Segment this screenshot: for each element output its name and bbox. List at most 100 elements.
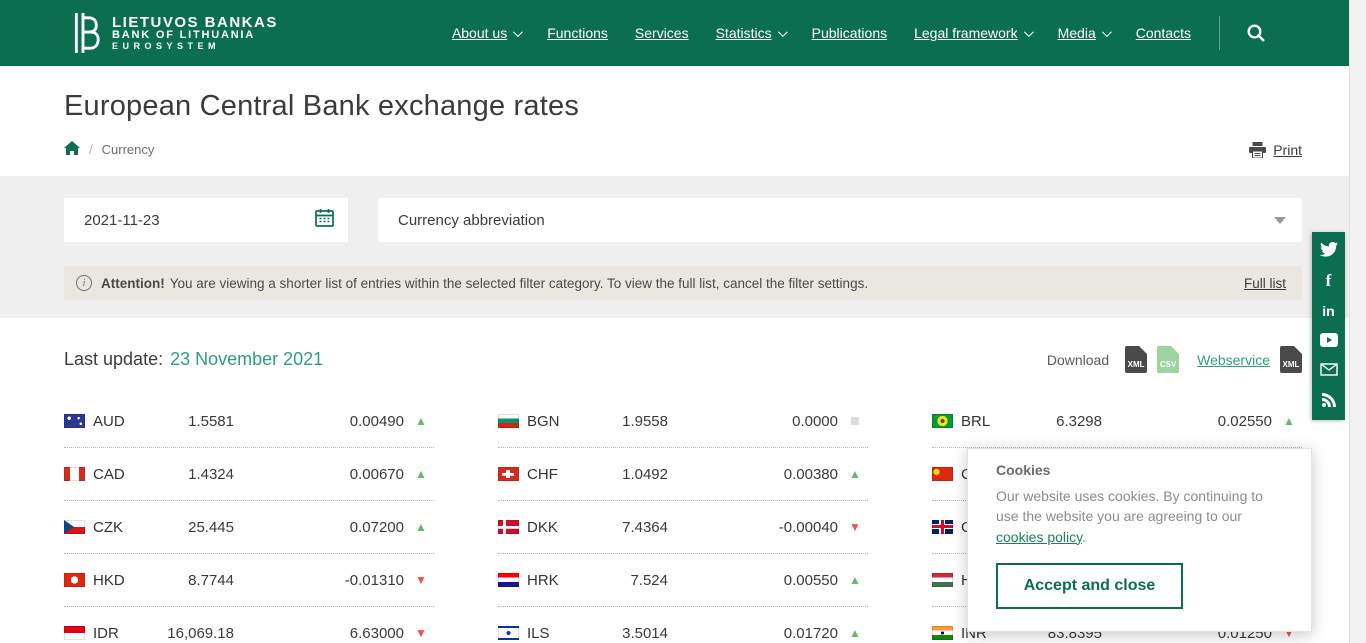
rate-row-aud: AUD1.55810.00490▲ [64,395,434,448]
currency-code: HRK [527,572,559,589]
currency-code: HKD [93,572,125,589]
currency-code: DKK [527,519,558,536]
nav-item-label: Publications [812,25,888,41]
arrow-up-icon: ▲ [408,520,434,534]
arrow-up-icon: ▲ [842,573,868,587]
nav-item-label: Media [1058,25,1096,41]
rate-row-brl: BRL6.32980.02550▲ [932,395,1302,448]
nav-item-media[interactable]: Media [1058,25,1109,41]
nav-item-legal-framework[interactable]: Legal framework [914,25,1031,41]
arrow-up-icon: ▲ [408,414,434,428]
nav-item-contacts[interactable]: Contacts [1136,25,1191,41]
rss-link[interactable] [1319,392,1339,410]
facebook-link[interactable]: f [1319,272,1339,290]
print-button[interactable]: Print [1249,142,1302,158]
currency-change: 0.07200 [234,519,408,536]
youtube-link[interactable] [1319,332,1339,350]
currency-code: CZK [93,519,123,536]
nav-item-statistics[interactable]: Statistics [716,25,785,41]
nav-item-label: Services [635,25,689,41]
breadcrumb: / Currency Print [64,141,1302,158]
site-header: LIETUVOS BANKAS BANK OF LITHUANIA EUROSY… [0,0,1366,66]
arrow-up-icon: ▲ [842,467,868,481]
last-update-date: 23 November 2021 [170,349,323,370]
chevron-down-icon [1024,27,1034,37]
currency-rate: 1.9558 [598,413,668,430]
info-icon: i [76,275,92,291]
home-icon[interactable] [64,141,80,158]
search-button[interactable] [1219,16,1266,50]
breadcrumb-current: Currency [102,142,155,157]
logo-line-3: EUROSYSTEM [112,42,278,51]
flag-icon-inr [932,626,953,640]
currency-change: 0.00670 [234,466,408,483]
webservice-link[interactable]: Webservice [1197,352,1270,368]
nav-item-about-us[interactable]: About us [452,25,520,41]
download-xml-icon[interactable]: XML [1125,346,1147,373]
accept-and-close-button[interactable]: Accept and close [996,563,1183,609]
currency-code: IDR [93,625,119,642]
full-list-link[interactable]: Full list [1224,276,1286,291]
nav-item-services[interactable]: Services [635,25,689,41]
currency-code: CAD [93,466,125,483]
bank-logo-mark-icon [64,11,102,55]
last-update-label: Last update: [64,349,163,370]
facebook-icon: f [1326,271,1332,291]
nav-item-label: Contacts [1136,25,1191,41]
nav-item-label: About us [452,25,507,41]
currency-change: 0.00380 [668,466,842,483]
nav-item-label: Functions [547,25,608,41]
title-section: European Central Bank exchange rates / C… [0,66,1366,176]
arrow-down-icon: ▼ [408,626,434,640]
flag-icon-brl [932,414,953,428]
currency-change: 0.0000 [668,413,842,430]
flag-icon-czk [64,520,85,534]
nav-item-label: Legal framework [914,25,1018,41]
scrollbar[interactable] [1349,0,1366,643]
nav-item-functions[interactable]: Functions [547,25,608,41]
nav-item-publications[interactable]: Publications [812,25,888,41]
flag-icon-gbp [932,520,953,534]
bank-logo[interactable]: LIETUVOS BANKAS BANK OF LITHUANIA EUROSY… [64,11,278,55]
cookie-text-after: . [1082,529,1086,545]
nav-item-label: Statistics [716,25,772,41]
rate-row-idr: IDR16,069.186.63000▼ [64,607,434,643]
flag-icon-idr [64,626,85,640]
currency-change: 0.02550 [1102,413,1276,430]
cookies-policy-link[interactable]: cookies policy [996,529,1082,545]
flag-icon-cny [932,467,953,481]
arrow-down-icon: ▼ [408,573,434,587]
rate-row-ils: ILS3.50140.01720▲ [498,607,868,643]
currency-abbreviation-select[interactable]: Currency abbreviation [378,198,1302,242]
cookie-consent-popup: Cookies Our website uses cookies. By con… [967,448,1312,632]
no-change-indicator [842,414,868,428]
chevron-down-icon [778,27,788,37]
rate-row-chf: CHF1.04920.00380▲ [498,448,868,501]
rate-row-hrk: HRK7.5240.00550▲ [498,554,868,607]
page-title: European Central Bank exchange rates [64,90,1302,123]
cookie-title: Cookies [996,462,1283,478]
rate-row-bgn: BGN1.95580.0000 [498,395,868,448]
arrow-up-icon: ▲ [842,626,868,640]
print-label: Print [1273,142,1302,158]
arrow-up-icon: ▲ [408,467,434,481]
linkedin-link[interactable]: in [1319,302,1339,320]
currency-code: AUD [93,413,125,430]
twitter-link[interactable] [1319,242,1339,260]
currency-select-placeholder: Currency abbreviation [398,212,1274,229]
main-nav: About us Functions Services Statistics Publi… [452,25,1191,41]
currency-code: CHF [527,466,558,483]
no-change-icon [851,417,859,425]
date-input[interactable] [84,212,315,229]
rate-row-dkk: DKK7.4364-0.00040▼ [498,501,868,554]
webservice-xml-icon[interactable]: XML [1280,346,1302,373]
download-csv-icon[interactable]: CSV [1157,346,1179,373]
currency-change: -0.00040 [668,519,842,536]
flag-icon-dkk [498,520,519,534]
attention-text: You are viewing a shorter list of entrie… [170,276,868,291]
flag-icon-hrk [498,573,519,587]
email-link[interactable] [1319,362,1339,380]
calendar-icon[interactable] [315,208,334,232]
currency-rate: 8.7744 [164,572,234,589]
currency-change: 0.00490 [234,413,408,430]
